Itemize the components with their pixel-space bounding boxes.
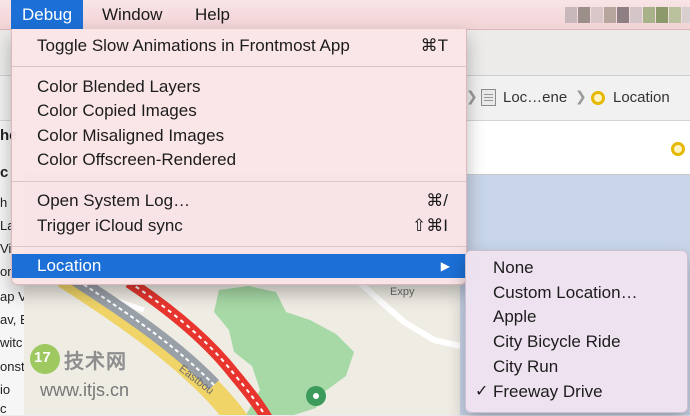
menu-item-toggle-slow-animations[interactable]: Toggle Slow Animations in Frontmost App … [12,34,466,58]
menu-item-color-offscreen-rendered[interactable]: Color Offscreen-Rendered [12,148,466,172]
menu-item-label: Open System Log… [37,191,191,210]
menu-item-open-system-log[interactable]: Open System Log… ⌘/ [12,189,466,213]
pane-text: witc [0,335,23,350]
pane-text: ap V [0,289,27,304]
menu-item-location[interactable]: Location ▶ [12,254,466,278]
submenu-item-label: City Bicycle Ride [493,332,621,351]
chevron-right-icon: ❯ [575,88,587,104]
submenu-item-label: City Run [493,357,559,376]
pane-text: onst [0,359,25,374]
pane-text: h [0,195,8,210]
breadcrumb-file[interactable]: Loc…ene [503,89,567,106]
menu-item-label: Location [37,256,102,275]
checkmark-icon: ✓ [475,383,489,400]
menu-separator [12,246,466,247]
submenu-item-label: Apple [493,307,537,326]
pane-text: Vi [0,241,12,256]
map-label: Expy [390,286,415,298]
menu-item-label: Toggle Slow Animations in Frontmost App [37,36,350,55]
submenu-item-custom-location[interactable]: Custom Location… [466,280,687,305]
location-icon [591,91,605,105]
menu-separator [12,181,466,182]
menu-item-shortcut: ⌘/ [426,191,448,210]
menu-item-color-misaligned-images[interactable]: Color Misaligned Images [12,124,466,148]
menu-item-label: Color Offscreen-Rendered [37,150,237,169]
menu-item-color-blended-layers[interactable]: Color Blended Layers [12,75,466,99]
menu-window[interactable]: Window [91,0,173,29]
menu-debug[interactable]: Debug [11,0,84,29]
watermark-url: www.itjs.cn [40,380,130,400]
watermark-site-name: 技术网 [64,351,127,373]
pane-text: c [0,401,7,416]
submenu-arrow-icon: ▶ [440,259,450,273]
submenu-item-label: Custom Location… [493,283,638,302]
status-icons-blurred [565,7,690,23]
menu-separator [12,66,466,67]
menu-item-label: Color Blended Layers [37,77,201,96]
submenu-item-city-bicycle-ride[interactable]: City Bicycle Ride [466,329,687,354]
menu-item-shortcut: ⇧⌘I [412,216,448,235]
document-icon [481,89,496,106]
submenu-item-label: None [493,258,534,277]
watermark-logo-text: 17 [34,349,51,366]
debug-menu: Toggle Slow Animations in Frontmost App … [11,29,467,285]
submenu-item-none[interactable]: None [466,255,687,280]
breadcrumb-location[interactable]: Location [613,89,670,106]
location-submenu: None Custom Location… Apple City Bicycle… [465,250,688,413]
pane-text: c [0,164,9,181]
submenu-item-freeway-drive[interactable]: ✓ Freeway Drive [466,379,687,404]
location-icon [671,142,685,156]
menu-help[interactable]: Help [184,0,241,29]
menu-item-label: Trigger iCloud sync [37,216,183,235]
pane-text: io [0,382,11,397]
submenu-item-apple[interactable]: Apple [466,304,687,329]
menu-item-label: Color Misaligned Images [37,126,225,145]
menu-item-shortcut: ⌘T [420,36,448,55]
submenu-item-label: Freeway Drive [493,382,603,401]
menu-item-label: Color Copied Images [37,101,197,120]
chevron-right-icon: ❯ [466,88,478,104]
menu-bar: Debug Window Help [0,0,690,30]
submenu-item-city-run[interactable]: City Run [466,354,687,379]
menu-item-trigger-icloud-sync[interactable]: Trigger iCloud sync ⇧⌘I [12,214,466,238]
menu-item-color-copied-images[interactable]: Color Copied Images [12,99,466,123]
